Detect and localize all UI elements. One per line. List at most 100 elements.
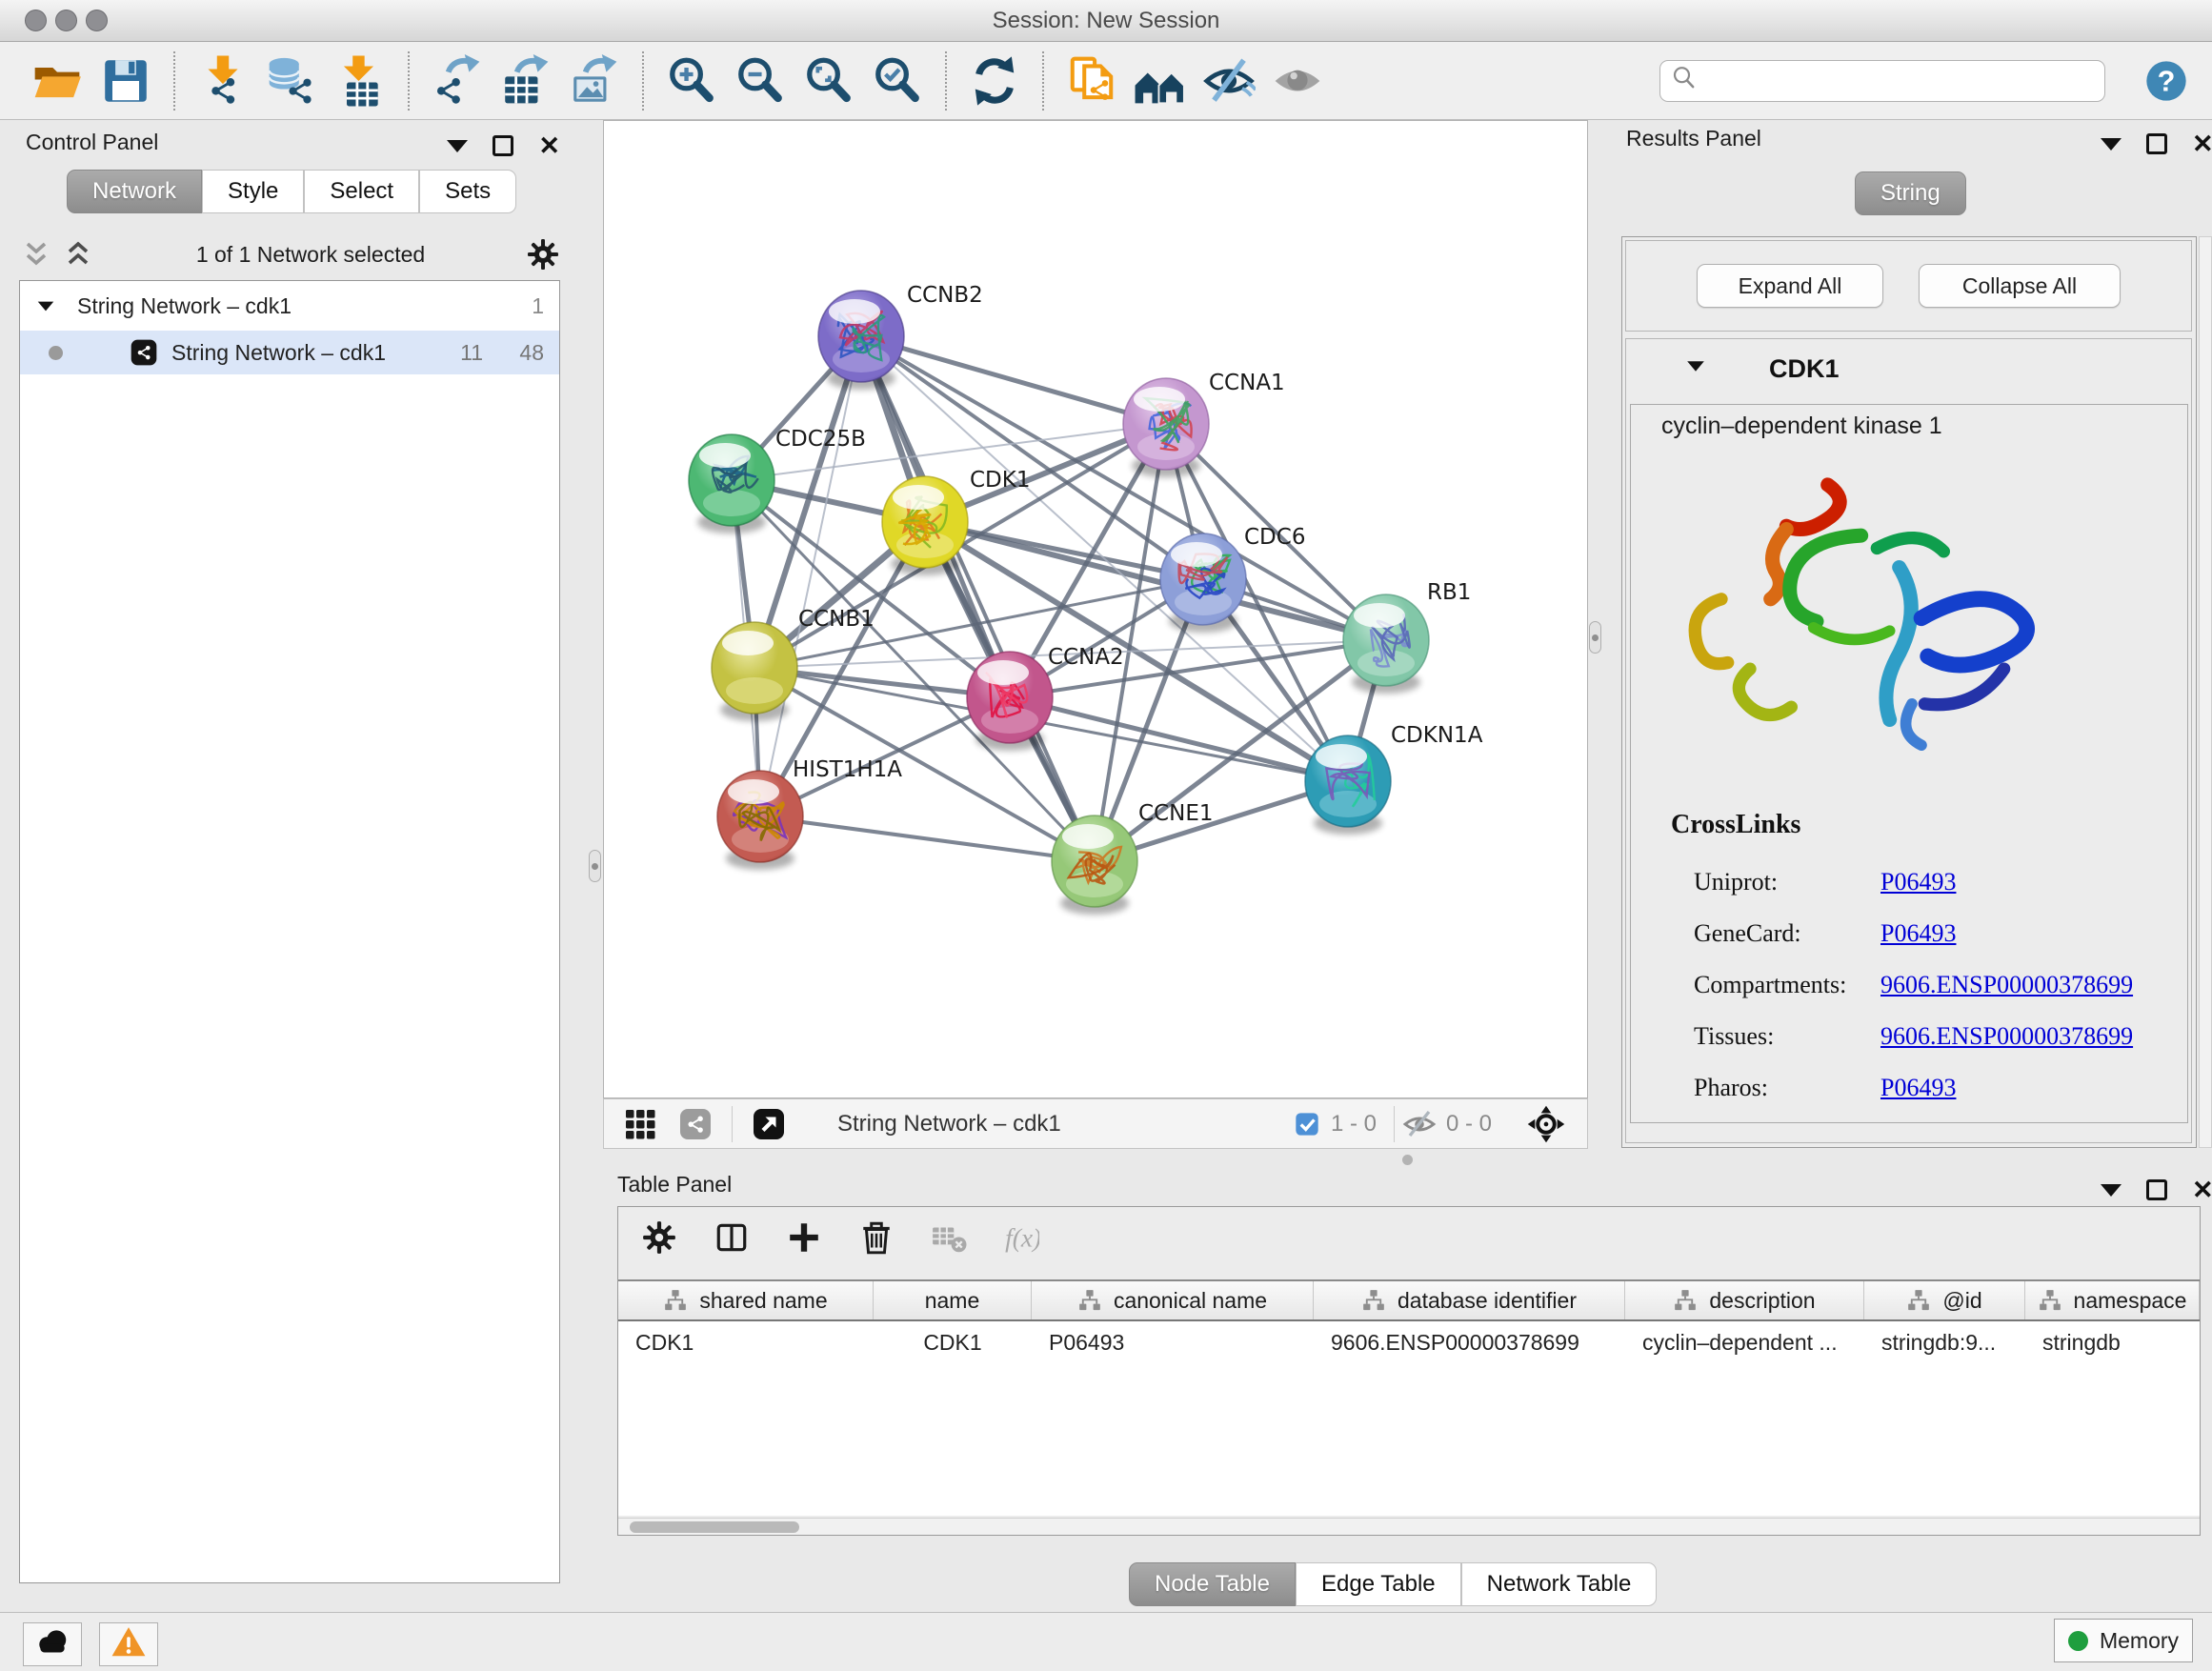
warnings-button[interactable] xyxy=(99,1622,158,1666)
results-scrollbar[interactable] xyxy=(2199,236,2212,1148)
column-header-@id[interactable]: @id xyxy=(1864,1281,2025,1319)
split-columns-icon[interactable] xyxy=(714,1219,750,1256)
open-session-icon[interactable] xyxy=(30,54,84,108)
column-header-canonical-name[interactable]: canonical name xyxy=(1032,1281,1314,1319)
tab-network-table[interactable]: Network Table xyxy=(1461,1562,1658,1606)
close-panel-icon[interactable]: ✕ xyxy=(2192,133,2212,154)
cell-shared-name[interactable]: CDK1 xyxy=(618,1321,874,1363)
export-table-icon[interactable] xyxy=(499,54,553,108)
crosslink-link[interactable]: 9606.ENSP00000378699 xyxy=(1880,1022,2133,1051)
grid-view-icon[interactable] xyxy=(623,1107,657,1141)
splitter-handle-left[interactable] xyxy=(589,850,601,882)
node-CCNA1[interactable] xyxy=(1123,378,1209,477)
maximize-panel-icon[interactable] xyxy=(493,135,513,156)
crosslink-link[interactable]: 9606.ENSP00000378699 xyxy=(1880,971,2133,999)
close-panel-icon[interactable]: ✕ xyxy=(538,135,560,156)
node-CDC6[interactable] xyxy=(1160,534,1246,633)
crosslink-link[interactable]: P06493 xyxy=(1880,1074,1956,1102)
node-CCNE1[interactable] xyxy=(1052,815,1137,915)
crosslink-link[interactable]: P06493 xyxy=(1880,919,1956,948)
export-network-icon[interactable] xyxy=(431,54,484,108)
cell-canonical-name[interactable]: P06493 xyxy=(1032,1321,1314,1363)
column-header-name[interactable]: name xyxy=(874,1281,1032,1319)
refresh-icon[interactable] xyxy=(968,54,1021,108)
collection-expander-icon[interactable] xyxy=(38,301,54,311)
cell-namespace[interactable]: stringdb xyxy=(2025,1321,2200,1363)
network-row-selected[interactable]: String Network – cdk1 11 48 xyxy=(20,331,559,374)
node-HIST1H1A[interactable] xyxy=(717,771,803,870)
table-row[interactable]: CDK1CDK1P064939606.ENSP00000378699cyclin… xyxy=(618,1321,2200,1363)
add-icon[interactable] xyxy=(786,1219,822,1256)
expand-all-icon[interactable] xyxy=(61,237,95,272)
selected-checkbox-icon[interactable] xyxy=(1293,1110,1321,1138)
crosslink-link[interactable]: P06493 xyxy=(1880,868,1956,896)
column-header-namespace[interactable]: namespace xyxy=(2025,1281,2200,1319)
delete-icon[interactable] xyxy=(858,1219,895,1256)
tab-edge-table[interactable]: Edge Table xyxy=(1296,1562,1461,1606)
tab-sets[interactable]: Sets xyxy=(419,170,516,213)
node-CDK1[interactable] xyxy=(882,476,968,575)
scrollbar-thumb[interactable] xyxy=(630,1521,799,1533)
cloud-status-button[interactable] xyxy=(23,1622,82,1666)
tab-style[interactable]: Style xyxy=(202,170,304,213)
zoom-selected-icon[interactable] xyxy=(871,54,924,108)
network-share-icon[interactable] xyxy=(678,1107,713,1141)
node-label-HIST1H1A: HIST1H1A xyxy=(793,757,902,782)
gear-icon[interactable] xyxy=(641,1219,677,1256)
zoom-out-icon[interactable] xyxy=(734,54,787,108)
search-input[interactable] xyxy=(1699,68,2095,94)
zoom-fit-icon[interactable] xyxy=(802,54,855,108)
gene-section-header[interactable]: CDK1 xyxy=(1626,339,2191,402)
tab-select[interactable]: Select xyxy=(304,170,419,213)
network-graph[interactable]: CCNB2CCNA1CDC25BCDK1CDC6RB1CCNB1CCNA2CDK… xyxy=(604,121,1587,1097)
import-database-icon[interactable] xyxy=(265,54,318,108)
close-panel-icon[interactable]: ✕ xyxy=(2192,1179,2212,1200)
float-panel-icon[interactable] xyxy=(2101,1184,2122,1197)
cell-database-identifier[interactable]: 9606.ENSP00000378699 xyxy=(1314,1321,1625,1363)
import-network-icon[interactable] xyxy=(196,54,250,108)
birdseye-icon[interactable] xyxy=(1526,1104,1566,1144)
gear-icon[interactable] xyxy=(526,237,560,272)
zoom-in-icon[interactable] xyxy=(665,54,718,108)
float-panel-icon[interactable] xyxy=(2101,138,2122,151)
tab-string[interactable]: String xyxy=(1855,171,1966,215)
node-CCNA2[interactable] xyxy=(967,652,1053,751)
export-image-icon[interactable] xyxy=(568,54,621,108)
search-box[interactable] xyxy=(1659,60,2105,102)
memory-button[interactable]: Memory xyxy=(2054,1619,2193,1662)
hidden-eye-icon[interactable] xyxy=(1402,1107,1437,1141)
help-button[interactable]: ? xyxy=(2143,58,2189,104)
section-expander-icon[interactable] xyxy=(1687,361,1704,371)
collapse-all-button[interactable]: Collapse All xyxy=(1919,264,2121,308)
collapse-all-icon[interactable] xyxy=(19,237,53,272)
hide-selected-icon[interactable] xyxy=(1202,54,1256,108)
tab-network[interactable]: Network xyxy=(67,170,202,213)
column-header-description[interactable]: description xyxy=(1625,1281,1864,1319)
gene-description: cyclin–dependent kinase 1 xyxy=(1661,413,1942,440)
expand-all-button[interactable]: Expand All xyxy=(1697,264,1883,308)
show-all-icon[interactable] xyxy=(1271,54,1324,108)
network-canvas[interactable]: CCNB2CCNA1CDC25BCDK1CDC6RB1CCNB1CCNA2CDK… xyxy=(603,120,1588,1098)
duplicate-network-icon[interactable] xyxy=(1065,54,1118,108)
maximize-panel-icon[interactable] xyxy=(2146,1179,2167,1200)
first-neighbors-icon[interactable] xyxy=(1134,54,1187,108)
node-CCNB1[interactable] xyxy=(712,622,797,721)
node-label-CDC25B: CDC25B xyxy=(775,427,866,452)
node-RB1[interactable] xyxy=(1343,594,1429,694)
maximize-panel-icon[interactable] xyxy=(2146,133,2167,154)
detach-view-icon[interactable] xyxy=(752,1107,786,1141)
column-header-shared-name[interactable]: shared name xyxy=(618,1281,874,1319)
node-CDKN1A[interactable] xyxy=(1305,735,1391,835)
node-CDC25B[interactable] xyxy=(689,434,774,534)
node-CCNB2[interactable] xyxy=(818,291,904,390)
cell-description[interactable]: cyclin–dependent ... xyxy=(1625,1321,1864,1363)
table-horizontal-scrollbar[interactable] xyxy=(618,1518,2200,1535)
cell-name[interactable]: CDK1 xyxy=(874,1321,1032,1363)
import-table-icon[interactable] xyxy=(333,54,387,108)
save-session-icon[interactable] xyxy=(99,54,152,108)
tab-node-table[interactable]: Node Table xyxy=(1129,1562,1296,1606)
network-collection-row[interactable]: String Network – cdk1 1 xyxy=(20,281,559,331)
cell-@id[interactable]: stringdb:9... xyxy=(1864,1321,2025,1363)
column-header-database-identifier[interactable]: database identifier xyxy=(1314,1281,1625,1319)
float-panel-icon[interactable] xyxy=(447,140,468,152)
